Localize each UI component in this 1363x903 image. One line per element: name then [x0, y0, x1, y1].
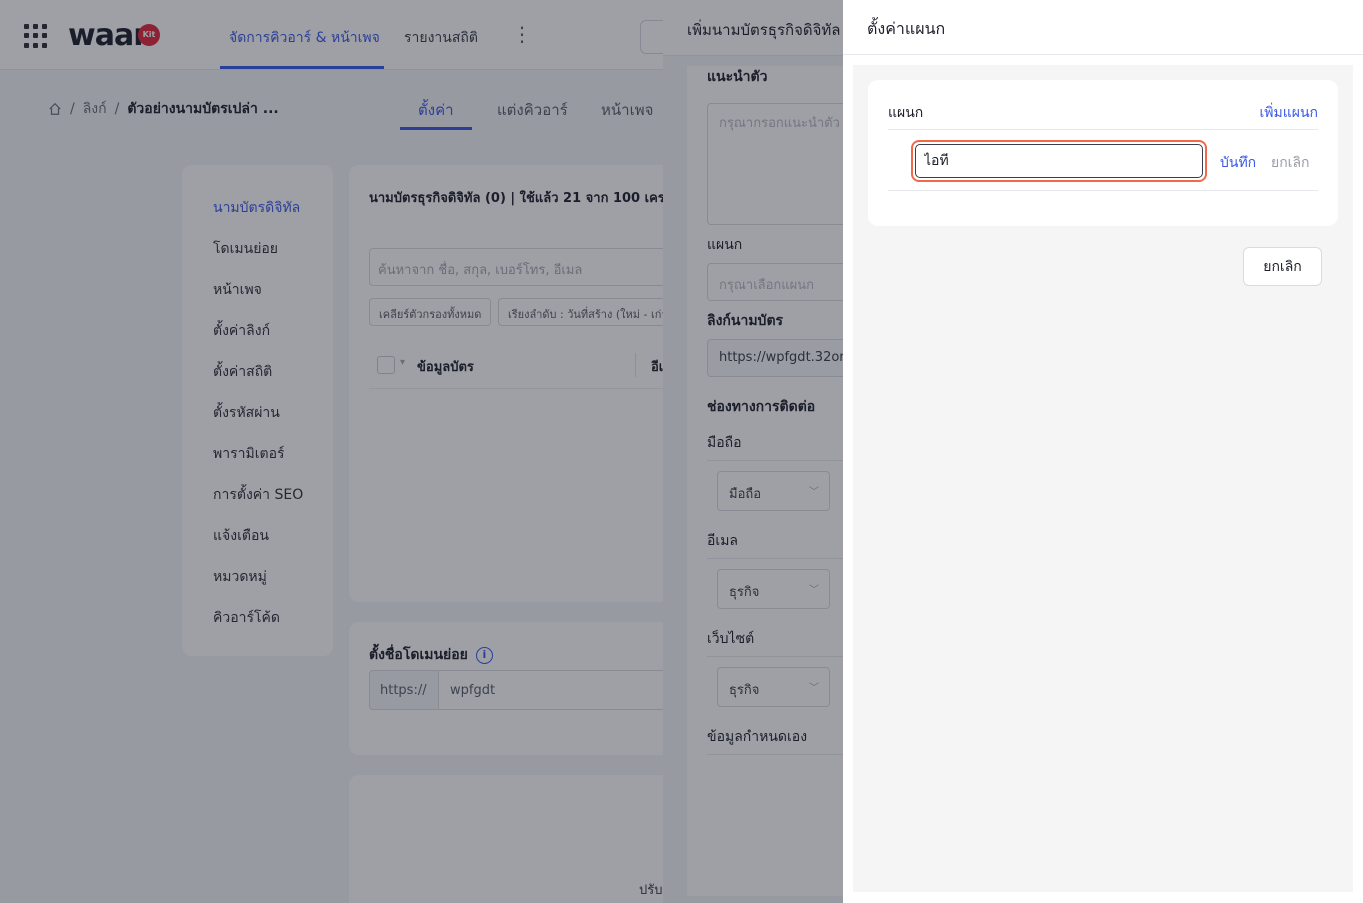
department-input-focus-ring — [911, 140, 1207, 182]
department-section-label: แผนก — [888, 105, 924, 121]
drawer-overlay[interactable] — [663, 0, 843, 903]
department-card: แผนก เพิ่มแผนก บันทึก ยกเลิก — [868, 80, 1338, 226]
drawer-header: ตั้งค่าแผนก — [843, 0, 1363, 55]
cancel-button[interactable]: ยกเลิก — [1243, 247, 1322, 286]
department-settings-drawer: ตั้งค่าแผนก แผนก เพิ่มแผนก บันทึก ยกเลิก… — [843, 0, 1363, 903]
divider — [888, 129, 1318, 130]
add-department-link[interactable]: เพิ่มแผนก — [1259, 102, 1318, 124]
drawer-title: ตั้งค่าแผนก — [867, 19, 946, 38]
drawer-body: แผนก เพิ่มแผนก บันทึก ยกเลิก ยกเลิก — [853, 65, 1353, 892]
cancel-department-button[interactable]: ยกเลิก — [1271, 152, 1310, 174]
page-overlay[interactable] — [0, 0, 663, 903]
divider — [888, 190, 1318, 191]
department-name-input[interactable] — [915, 144, 1203, 178]
save-department-button[interactable]: บันทึก — [1220, 152, 1256, 174]
